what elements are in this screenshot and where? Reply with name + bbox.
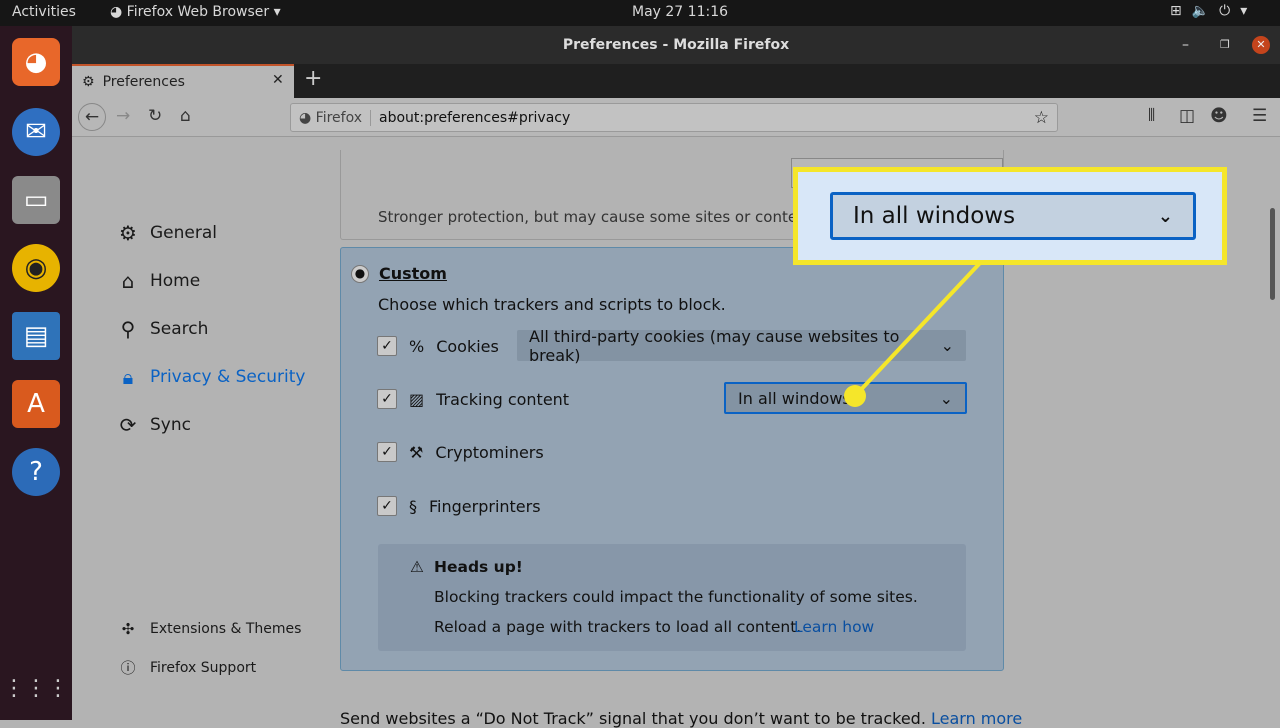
callout-dot (844, 385, 866, 407)
callout-value: In all windows (853, 203, 1016, 229)
chevron-down-icon: ⌄ (1157, 205, 1173, 227)
callout-line (853, 261, 982, 398)
callout-dropdown: In all windows ⌄ (830, 192, 1196, 240)
zoom-callout: In all windows ⌄ (793, 167, 1227, 265)
callout-connector (844, 261, 982, 407)
